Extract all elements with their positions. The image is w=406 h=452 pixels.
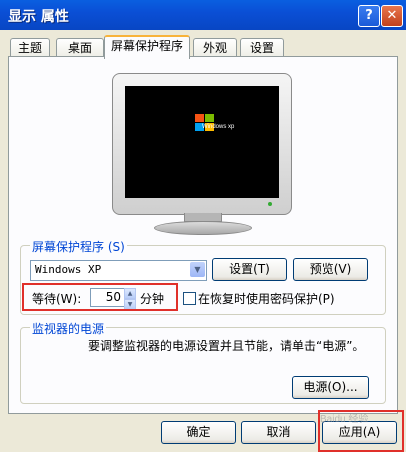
preview-button[interactable]: 预览(V) xyxy=(293,258,368,281)
power-group-label: 监视器的电源 xyxy=(30,320,107,337)
window-title: 显示 属性 xyxy=(8,9,69,25)
password-checkbox-label[interactable]: 在恢复时使用密码保护(P) xyxy=(198,290,335,307)
ok-button[interactable]: 确定 xyxy=(161,421,236,444)
help-button[interactable]: ? xyxy=(358,5,380,27)
tab-screensaver[interactable]: 屏幕保护程序 xyxy=(104,35,190,59)
chevron-down-icon[interactable]: ▼ xyxy=(190,262,205,277)
display-properties-window: 显示 属性 ? ✕ 主题 桌面 屏幕保护程序 外观 设置 Windows xp … xyxy=(0,0,406,452)
settings-button[interactable]: 设置(T) xyxy=(212,258,287,281)
windows-logo-icon xyxy=(195,114,214,131)
screensaver-group-label: 屏幕保护程序 (S) xyxy=(30,238,127,255)
power-led xyxy=(268,202,272,206)
tab-themes[interactable]: 主题 xyxy=(10,38,50,57)
close-button[interactable]: ✕ xyxy=(381,5,403,27)
watermark: Baidu 经验 xyxy=(320,414,369,425)
tab-appearance[interactable]: 外观 xyxy=(193,38,237,57)
screensaver-preview-monitor: Windows xp xyxy=(112,73,292,238)
wait-highlight-box xyxy=(22,283,178,311)
monitor-base xyxy=(154,221,252,235)
monitor-frame: Windows xp xyxy=(112,73,292,215)
cancel-button[interactable]: 取消 xyxy=(241,421,316,444)
preview-screen: Windows xp xyxy=(125,86,279,198)
tab-desktop[interactable]: 桌面 xyxy=(56,38,104,57)
power-button[interactable]: 电源(O)... xyxy=(292,376,369,399)
screensaver-select[interactable]: Windows XP ▼ xyxy=(30,260,207,281)
password-checkbox[interactable] xyxy=(183,292,196,305)
tab-settings[interactable]: 设置 xyxy=(240,38,284,57)
title-bar[interactable]: 显示 属性 ? ✕ xyxy=(0,0,406,30)
power-description: 要调整监视器的电源设置并且节能，请单击“电源”。 xyxy=(88,339,365,353)
screensaver-select-value: Windows XP xyxy=(35,263,102,276)
preview-logo-text: Windows xp xyxy=(202,124,235,130)
